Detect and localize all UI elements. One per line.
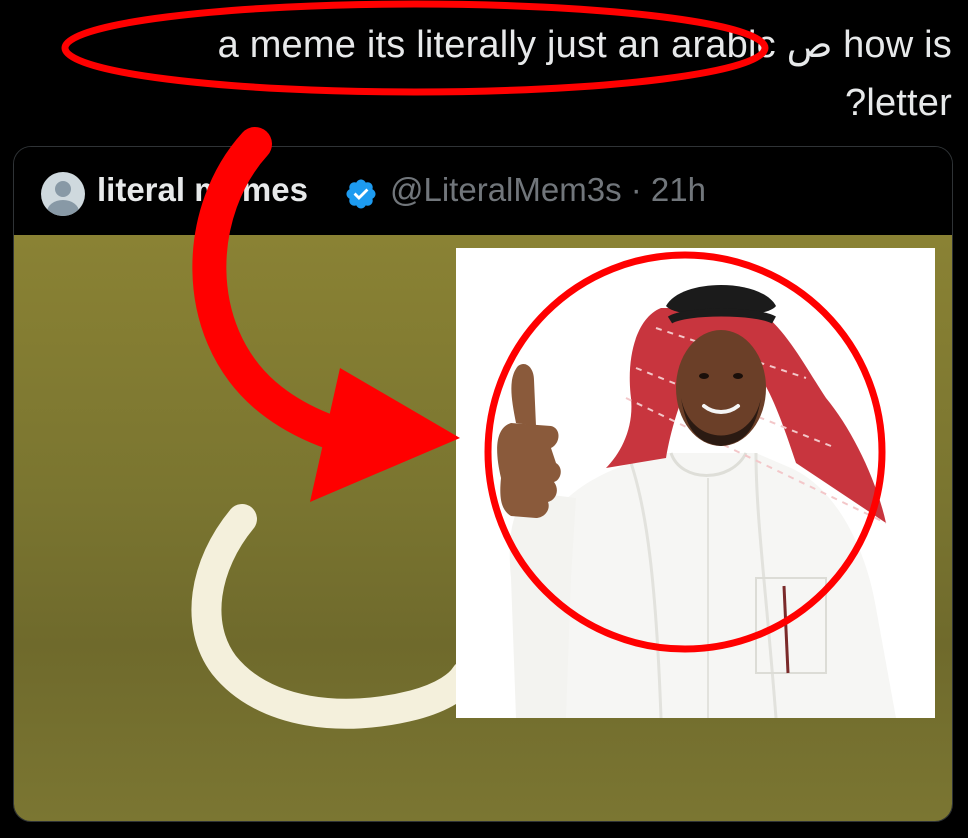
man-thumbs-up-illustration: [497, 285, 896, 718]
avatar[interactable]: [41, 172, 85, 216]
tweet-text-line-2: ?letter: [844, 82, 952, 124]
quoted-handle-and-time: @LiteralMem3s · 21h: [390, 171, 706, 209]
quoted-tweet-header: literal memes @LiteralMem3s · 21h: [14, 147, 952, 235]
verified-badge-icon: [346, 179, 376, 209]
tweet-text: a meme its literally just an arabic ص ho…: [40, 16, 952, 132]
meta-separator: ·: [630, 171, 642, 208]
quoted-time[interactable]: 21h: [651, 171, 706, 208]
quoted-handle[interactable]: @LiteralMem3s: [390, 171, 622, 208]
overlay-photo: [456, 248, 935, 718]
tweet-text-line-1: a meme its literally just an arabic ص ho…: [217, 24, 952, 66]
quoted-display-name[interactable]: literal memes: [97, 171, 308, 209]
